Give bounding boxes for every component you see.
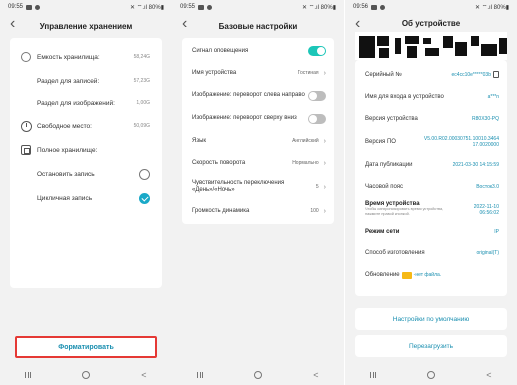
alert-signal-toggle[interactable] bbox=[308, 46, 326, 56]
chevron-right-icon: › bbox=[323, 159, 326, 167]
row-record-partition: Раздел для записей: 57,23G bbox=[37, 77, 150, 85]
option-stop-recording[interactable]: Остановить запись bbox=[10, 162, 162, 186]
chevron-right-icon: › bbox=[323, 207, 326, 215]
chevron-right-icon: › bbox=[323, 183, 326, 191]
info-serial: Серийный № ec4cc10e*****03b bbox=[355, 64, 507, 86]
status-bar: 09:55 ✕ ⌔.ıl 80%▮ bbox=[172, 0, 344, 14]
recent-apps-icon[interactable] bbox=[25, 372, 32, 378]
back-button[interactable]: ‹ bbox=[355, 16, 360, 32]
setting-speaker-volume[interactable]: Громкость динамика 100 › bbox=[182, 200, 334, 222]
app-icon bbox=[380, 4, 386, 10]
page-title: Базовые настройки bbox=[218, 21, 298, 31]
reboot-button[interactable]: Перезагрузить bbox=[355, 335, 507, 357]
factory-defaults-button[interactable]: Настройки по умолчанию bbox=[355, 308, 507, 330]
row-full-storage: Полное хранилище: bbox=[10, 138, 162, 162]
page-title: Об устройстве bbox=[401, 18, 461, 28]
device-qr-code bbox=[355, 32, 507, 60]
info-update[interactable]: Обновление -нет файла. bbox=[355, 264, 507, 286]
row-free-space: Свободное место: 50,09G bbox=[10, 114, 162, 138]
status-indicators: ✕ ⌔.ıl 80%▮ bbox=[302, 5, 336, 11]
home-icon[interactable] bbox=[82, 371, 91, 379]
setting-language[interactable]: Язык Английский › bbox=[182, 130, 334, 152]
status-bar: 09:55 ✕ ⌔.ıl 80%▮ bbox=[0, 0, 172, 14]
status-indicators: ✕ ⌔.ıl 80%▮ bbox=[130, 5, 164, 11]
back-button[interactable]: ‹ bbox=[182, 16, 187, 32]
settings-card: Сигнал оповещения Имя устройства Гостина… bbox=[182, 38, 334, 224]
info-device-time[interactable]: Время устройства Чтобы синхронизировать … bbox=[355, 198, 507, 222]
status-time: 09:55 bbox=[8, 4, 24, 10]
nav-back-icon[interactable]: < bbox=[313, 370, 318, 380]
folder-icon[interactable] bbox=[401, 271, 412, 279]
status-time: 09:56 bbox=[353, 4, 369, 10]
setting-device-name[interactable]: Имя устройства Гостиная › bbox=[182, 62, 334, 84]
info-login-name: Имя для входа в устройство a***n bbox=[365, 94, 499, 100]
notification-icon bbox=[198, 4, 205, 10]
page-title: Управление хранением bbox=[39, 21, 133, 31]
format-button[interactable]: Форматировать bbox=[15, 336, 157, 358]
clock-icon bbox=[20, 120, 32, 132]
home-icon[interactable] bbox=[254, 371, 263, 379]
loop-recording-radio[interactable] bbox=[139, 192, 150, 204]
storage-full-icon bbox=[21, 145, 31, 155]
setting-day-night-sensitivity[interactable]: Чувствительность переключения «День»/«Но… bbox=[182, 174, 334, 200]
setting-flip-horizontal[interactable]: Изображение: переворот слева направо bbox=[182, 84, 334, 107]
flip-vertical-toggle[interactable] bbox=[308, 113, 326, 124]
device-info-card: Серийный № ec4cc10e*****03b Имя для вход… bbox=[355, 60, 507, 296]
nav-back-icon[interactable]: < bbox=[486, 370, 491, 380]
option-loop-recording[interactable]: Цикличная запись bbox=[10, 186, 162, 210]
setting-flip-vertical[interactable]: Изображение: переворот сверху вниз bbox=[182, 107, 334, 130]
setting-alert-signal[interactable]: Сигнал оповещения bbox=[182, 40, 334, 62]
info-manufacture-method: Способ изготовления original(T) bbox=[365, 250, 499, 256]
basic-settings-screen: 09:55 ✕ ⌔.ıl 80%▮ ‹ Базовые настройки Си… bbox=[172, 0, 344, 385]
setting-rotation-speed[interactable]: Скорость поворота Нормально › bbox=[182, 152, 334, 174]
app-icon bbox=[35, 4, 41, 10]
android-nav-bar: < bbox=[0, 365, 172, 385]
storage-management-screen: 09:55 ✕ ⌔.ıl 80%▮ ‹ Управление хранением… bbox=[0, 0, 172, 385]
home-icon[interactable] bbox=[427, 371, 436, 379]
storage-card: Емкость хранилища: 58,24G Раздел для зап… bbox=[10, 38, 162, 288]
info-timezone: Часовой пояс Восток3.0 bbox=[365, 184, 499, 190]
stop-recording-radio[interactable] bbox=[139, 168, 150, 180]
chevron-right-icon: › bbox=[323, 69, 326, 77]
status-indicators: ✕ ⌔.ıl 80%▮ bbox=[475, 5, 509, 11]
nav-back-icon[interactable]: < bbox=[141, 370, 146, 380]
notification-icon bbox=[371, 4, 378, 10]
android-nav-bar: < bbox=[345, 365, 517, 385]
info-firmware-version: Версия ПО V5.00.R02.00030751.10010.3464 … bbox=[365, 136, 499, 148]
copy-icon[interactable] bbox=[493, 71, 499, 79]
app-icon bbox=[207, 4, 213, 10]
android-nav-bar: < bbox=[172, 365, 344, 385]
recent-apps-icon[interactable] bbox=[370, 372, 377, 378]
chevron-right-icon: › bbox=[323, 137, 326, 145]
time-sync-note: Чтобы синхронизировать время устройства,… bbox=[365, 207, 444, 216]
status-bar: 09:56 ✕ ⌔.ıl 80%▮ bbox=[345, 0, 517, 14]
storage-icon bbox=[21, 52, 31, 62]
recent-apps-icon[interactable] bbox=[197, 372, 204, 378]
info-publish-date: Дата публикации 2021-03-30 14:15:59 bbox=[365, 162, 499, 168]
info-network-mode: Режим сети IP bbox=[365, 229, 499, 235]
flip-horizontal-toggle[interactable] bbox=[308, 90, 326, 101]
row-storage-capacity: Емкость хранилища: 58,24G bbox=[10, 44, 162, 70]
about-device-screen: 09:56 ✕ ⌔.ıl 80%▮ ‹ Об устройстве Серийн… bbox=[345, 0, 517, 385]
back-button[interactable]: ‹ bbox=[10, 16, 15, 32]
status-time: 09:55 bbox=[180, 4, 196, 10]
notification-icon bbox=[26, 4, 33, 10]
info-device-version: Версия устройства R80X30-PQ bbox=[365, 116, 499, 122]
row-image-partition: Раздел для изображений: 1,00G bbox=[37, 99, 150, 107]
